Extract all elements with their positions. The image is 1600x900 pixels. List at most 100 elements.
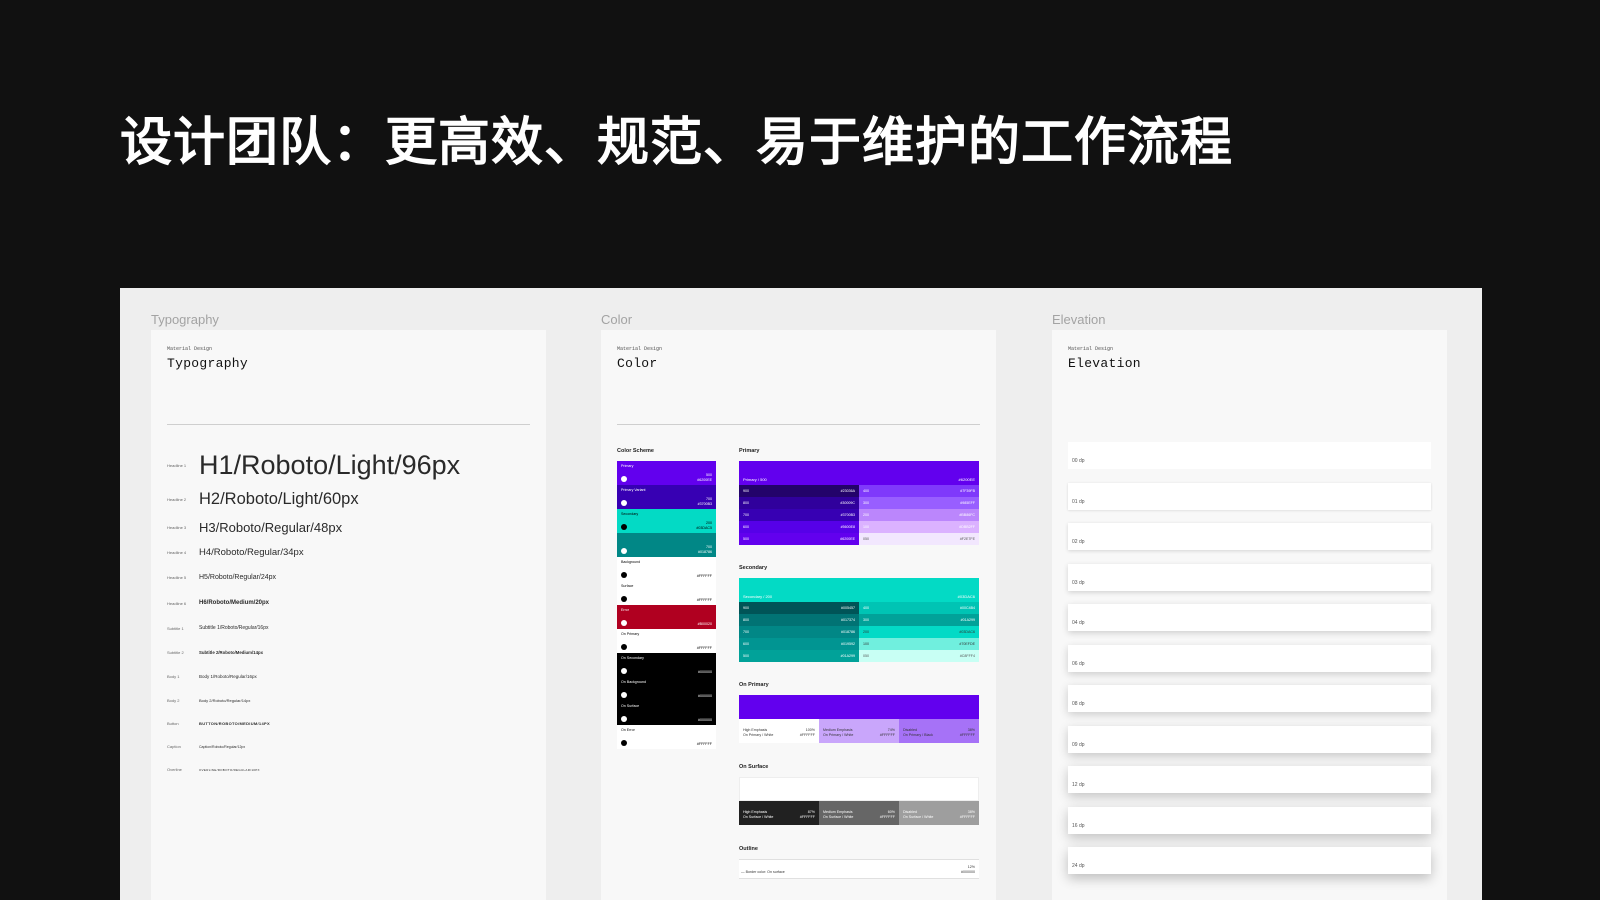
swatch-hex: #018786 bbox=[698, 550, 712, 554]
shade-number: 300 bbox=[863, 618, 869, 622]
shade-number: 100 bbox=[863, 525, 869, 529]
elevation-card[interactable]: 08 dp bbox=[1068, 685, 1431, 712]
emphasis-name: Disabled bbox=[903, 810, 917, 814]
palette-shade-swatch[interactable]: 200 #BB86FC bbox=[859, 509, 979, 521]
color-swatch[interactable]: On Background #000000 bbox=[617, 677, 716, 701]
elevation-card[interactable]: 03 dp bbox=[1068, 563, 1431, 591]
palette-shade-swatch[interactable]: 050 #F2E7FE bbox=[859, 533, 979, 545]
frame-typography[interactable]: Material Design Typography Headline 1 H1/… bbox=[151, 330, 546, 900]
emphasis-swatch[interactable]: Disabled On Primary / Black 38% #FFFFFF bbox=[899, 719, 979, 743]
palette-shade-swatch[interactable]: 700 #018786 bbox=[739, 626, 859, 638]
emphasis-base-swatch bbox=[739, 695, 979, 719]
palette-header-swatch[interactable]: Secondary / 200 #03DAC6 bbox=[739, 578, 979, 602]
swatch-shade: 700 bbox=[706, 545, 712, 549]
emphasis-swatch[interactable]: High Emphasis On Surface / White 87% #FFFFF… bbox=[739, 801, 819, 825]
shade-hex: #70EFDE bbox=[959, 642, 975, 646]
palette-shade-swatch[interactable]: 600 #019592 bbox=[739, 638, 859, 650]
palette-shade-swatch[interactable]: 100 #70EFDE bbox=[859, 638, 979, 650]
elevation-card[interactable]: 16 dp bbox=[1068, 806, 1431, 834]
elevation-label: 03 dp bbox=[1072, 579, 1085, 586]
type-scale-row: Caption Caption/Roboto/Regular/12px bbox=[167, 744, 530, 749]
elevation-card[interactable]: 09 dp bbox=[1068, 725, 1431, 753]
palette-shade-swatch[interactable]: 500 #6200EE bbox=[739, 533, 859, 545]
color-swatch[interactable]: Error #B00020 bbox=[617, 605, 716, 629]
palette-shade-swatch[interactable]: 300 #01A299 bbox=[859, 614, 979, 626]
palette-shade-swatch[interactable]: 500 #01A299 bbox=[739, 650, 859, 662]
emphasis-hex: #FFFFFF bbox=[959, 815, 975, 819]
swatch-name: On Background bbox=[621, 680, 646, 684]
type-sample-text: H5/Roboto/Regular/24px bbox=[199, 574, 277, 581]
palette-shade-swatch[interactable]: 600 #5600E8 bbox=[739, 521, 859, 533]
shade-number: 800 bbox=[743, 501, 749, 505]
emphasis-swatch[interactable]: Medium Emphasis On Surface / White 60% #FFF… bbox=[819, 801, 899, 825]
palette-shade-swatch[interactable]: 300 #985EFF bbox=[859, 497, 979, 509]
palette-shade-swatch[interactable]: 050 #C8FFF4 bbox=[859, 650, 979, 662]
elevation-card[interactable]: 01 dp bbox=[1068, 482, 1431, 510]
type-style-label: Headline 2 bbox=[167, 497, 187, 502]
palette-shade-swatch[interactable]: 800 #30009C bbox=[739, 497, 859, 509]
type-scale-row: Button BUTTON/ROBOTO/MEDIUM/14PX bbox=[167, 721, 530, 726]
emphasis-swatch[interactable]: High Emphasis On Primary / White 100% #FFFF… bbox=[739, 719, 819, 743]
frame-label-typography[interactable]: Typography bbox=[151, 312, 219, 327]
elevation-card[interactable]: 24 dp bbox=[1068, 847, 1431, 874]
swatch-hex: #FFFFFF bbox=[696, 742, 712, 746]
swatch-dot-icon bbox=[621, 500, 627, 506]
elevation-card[interactable]: 06 dp bbox=[1068, 644, 1431, 672]
color-swatch[interactable]: Background #FFFFFF bbox=[617, 557, 716, 581]
color-swatch[interactable]: Primary 500 #6200EE bbox=[617, 461, 716, 485]
emphasis-opacity: 87% bbox=[807, 810, 815, 814]
swatch-shade: 700 bbox=[706, 497, 712, 501]
frame-color[interactable]: Material Design Color Color Scheme Prima… bbox=[601, 330, 996, 900]
emphasis-row: High Emphasis On Surface / White 87% #FFFFF… bbox=[739, 801, 979, 825]
type-scale-row: Subtitle 2 Subtitle 2/Roboto/Medium/14px bbox=[167, 650, 530, 655]
palette-shades: 900 #005457 400 #00C4B4 800 #017374 300 #01A299… bbox=[739, 602, 979, 662]
color-swatch[interactable]: Surface #FFFFFF bbox=[617, 581, 716, 605]
palette-shade-swatch[interactable]: 800 #017374 bbox=[739, 614, 859, 626]
frame-meta: Material Design bbox=[617, 346, 663, 352]
palette-shade-swatch[interactable]: 900 #23036A bbox=[739, 485, 859, 497]
color-swatch[interactable]: 700 #018786 bbox=[617, 533, 716, 557]
swatch-name: Primary Variant bbox=[621, 488, 646, 492]
elevation-card[interactable]: 00 dp bbox=[1068, 442, 1431, 469]
emphasis-swatch[interactable]: Medium Emphasis On Primary / White 74% #FFF… bbox=[819, 719, 899, 743]
color-swatch[interactable]: On Surface #000000 bbox=[617, 701, 716, 725]
elevation-card[interactable]: 12 dp bbox=[1068, 766, 1431, 793]
palette-shade-swatch[interactable]: 400 #00C4B4 bbox=[859, 602, 979, 614]
palette-shade-swatch[interactable]: 400 #7F39FB bbox=[859, 485, 979, 497]
emphasis-swatch[interactable]: Disabled On Surface / White 38% #FFFFFF bbox=[899, 801, 979, 825]
frame-label-elevation[interactable]: Elevation bbox=[1052, 312, 1105, 327]
type-sample-text: H3/Roboto/Regular/48px bbox=[199, 520, 343, 535]
color-swatch[interactable]: On Secondary #000000 bbox=[617, 653, 716, 677]
shade-hex: #F2E7FE bbox=[959, 537, 975, 541]
palette-header-label: Secondary / 200 bbox=[743, 594, 773, 599]
type-style-label: Caption bbox=[167, 744, 181, 749]
color-swatch[interactable]: On Primary #FFFFFF bbox=[617, 629, 716, 653]
elevation-card[interactable]: 04 dp bbox=[1068, 604, 1431, 631]
palette-header-swatch[interactable]: Primary / 500 #6200EE bbox=[739, 461, 979, 485]
type-style-label: Body 2 bbox=[167, 698, 180, 703]
color-swatch[interactable]: On Error #FFFFFF bbox=[617, 725, 716, 749]
type-sample-text: Caption/Roboto/Regular/12px bbox=[199, 744, 246, 749]
palette-shade-swatch[interactable]: 100 #DBB2FF bbox=[859, 521, 979, 533]
palette-shade-swatch[interactable]: 900 #005457 bbox=[739, 602, 859, 614]
frame-label-color[interactable]: Color bbox=[601, 312, 632, 327]
type-sample-text: Subtitle 1/Roboto/Regular/16px bbox=[199, 625, 269, 631]
type-scale-row: Headline 6 H6/Roboto/Medium/20px bbox=[167, 600, 530, 606]
on-surface-title: On Surface bbox=[739, 764, 769, 770]
frame-elevation[interactable]: Material Design Elevation 00 dp 01 dp 02 d… bbox=[1052, 330, 1447, 900]
swatch-hex: #000000 bbox=[698, 694, 712, 698]
emphasis-token: On Primary / Black bbox=[903, 733, 933, 737]
color-swatch[interactable]: Primary Variant 700 #3700B3 bbox=[617, 485, 716, 509]
elevation-card[interactable]: 02 dp bbox=[1068, 523, 1431, 550]
shade-number: 050 bbox=[863, 537, 869, 541]
emphasis-token: On Surface / White bbox=[743, 815, 774, 819]
color-swatch[interactable]: Secondary 200 #03DAC5 bbox=[617, 509, 716, 533]
shade-number: 050 bbox=[863, 654, 869, 658]
palette-shade-swatch[interactable]: 200 #03DAC6 bbox=[859, 626, 979, 638]
elevation-label: 12 dp bbox=[1072, 782, 1085, 788]
emphasis-name: Disabled bbox=[903, 728, 917, 732]
elevation-label: 24 dp bbox=[1072, 863, 1085, 869]
palette-shade-swatch[interactable]: 700 #3700B3 bbox=[739, 509, 859, 521]
swatch-shade: 200 bbox=[706, 521, 712, 525]
emphasis-hex: #FFFFFF bbox=[879, 733, 895, 737]
